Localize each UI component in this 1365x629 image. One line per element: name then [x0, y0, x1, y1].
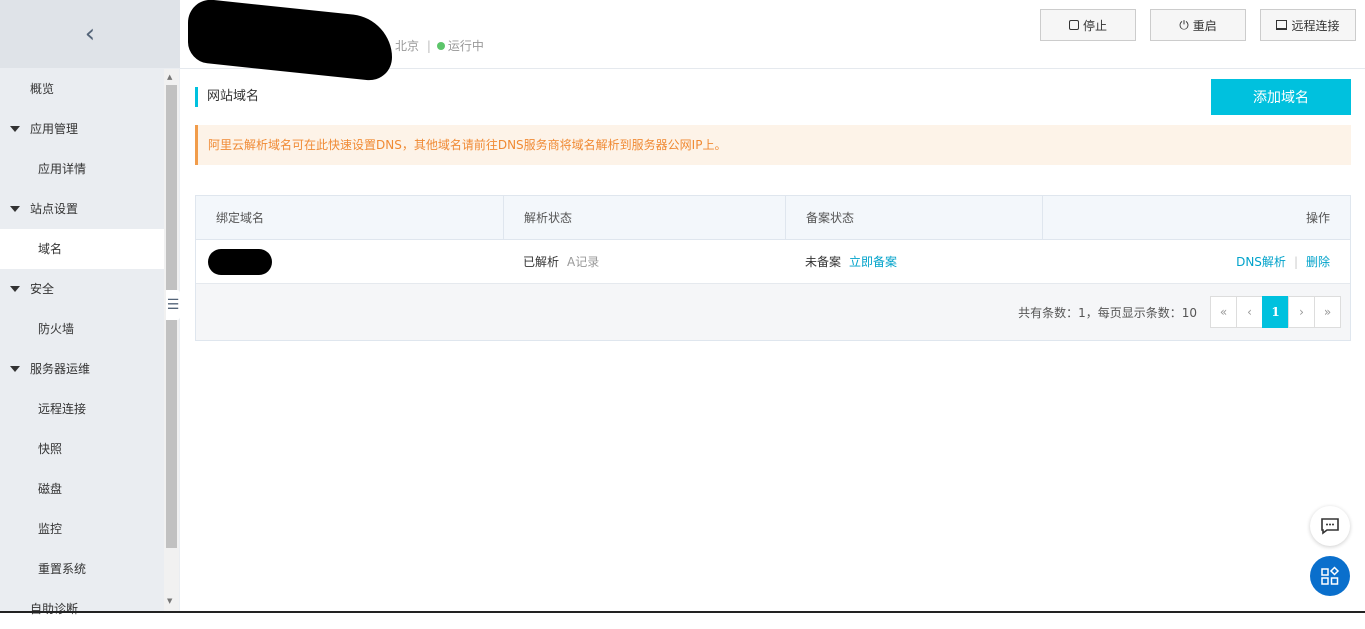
col-dns-status: 解析状态 [503, 196, 785, 239]
status-badge: 运行中 [448, 39, 484, 53]
sidebar-item-label: 服务器运维 [30, 362, 90, 376]
sidebar-item-overview[interactable]: 概览 [0, 69, 164, 109]
sidebar-item-label: 磁盘 [38, 482, 62, 496]
divider: | [1294, 255, 1298, 269]
remote-connect-button[interactable]: 远程连接 [1260, 9, 1356, 41]
chat-icon [1320, 517, 1340, 535]
first-page-button[interactable]: « [1210, 296, 1237, 328]
separator: | [427, 39, 431, 53]
sidebar-item-monitor[interactable]: 监控 [0, 509, 164, 549]
button-label: 重启 [1193, 17, 1217, 34]
delete-link[interactable]: 删除 [1306, 253, 1330, 270]
sidebar-item-label: 远程连接 [38, 402, 86, 416]
prev-page-button[interactable]: ‹ [1236, 296, 1263, 328]
apps-button[interactable] [1310, 556, 1350, 596]
region-label: 北京 [395, 39, 419, 53]
table-footer: 共有条数：1，每页显示条数：10 « ‹ 1 › » [196, 284, 1350, 340]
sidebar-item-label: 应用详情 [38, 162, 86, 176]
caret-down-icon [10, 366, 20, 372]
sidebar-item-label: 应用管理 [30, 122, 78, 136]
sidebar-item-app-details[interactable]: 应用详情 [0, 149, 164, 189]
page-title: 网站域名 [195, 87, 259, 107]
dns-status: 已解析 [523, 253, 559, 270]
back-button[interactable]: ‹ [0, 0, 180, 68]
dns-resolve-link[interactable]: DNS解析 [1236, 253, 1286, 270]
power-icon: ⏻ [1179, 18, 1189, 33]
pagination: « ‹ 1 › » [1211, 296, 1341, 328]
sidebar-item-label: 监控 [38, 522, 62, 536]
col-icp-status: 备案状态 [785, 196, 1042, 239]
col-domain: 绑定域名 [196, 196, 503, 239]
instance-meta: 北京 | 运行中 [395, 37, 484, 54]
button-label: 远程连接 [1291, 17, 1339, 34]
sidebar-collapse-toggle[interactable]: ☰ [166, 290, 180, 320]
sidebar-item-label: 重置系统 [38, 562, 86, 576]
scroll-down-icon[interactable]: ▼ [167, 597, 172, 605]
sidebar-group-app-management[interactable]: 应用管理 [0, 109, 164, 149]
caret-down-icon [10, 206, 20, 212]
sidebar-item-label: 安全 [30, 282, 54, 296]
sidebar-item-reset[interactable]: 重置系统 [0, 549, 164, 589]
chat-button[interactable] [1310, 506, 1350, 546]
restart-button[interactable]: ⏻ 重启 [1150, 9, 1246, 41]
sidebar-item-label: 防火墙 [38, 322, 74, 336]
col-actions: 操作 [1042, 196, 1350, 239]
sidebar-item-disk[interactable]: 磁盘 [0, 469, 164, 509]
sidebar-item-firewall[interactable]: 防火墙 [0, 309, 164, 349]
sidebar-nav: 概览 应用管理 应用详情 站点设置 域名 安全 防火墙 服务器运维 远程连接 快… [0, 69, 164, 629]
sidebar-item-snapshot[interactable]: 快照 [0, 429, 164, 469]
page-1-button[interactable]: 1 [1262, 296, 1289, 328]
monitor-icon [1276, 20, 1287, 30]
stop-icon [1069, 20, 1079, 30]
scroll-up-icon[interactable]: ▲ [167, 73, 172, 81]
pagination-summary: 共有条数：1，每页显示条数：10 [1018, 304, 1197, 321]
status-dot-icon [437, 42, 445, 50]
sidebar-item-label: 站点设置 [30, 202, 78, 216]
sidebar-item-domain[interactable]: 域名 [0, 229, 164, 269]
button-label: 停止 [1083, 17, 1107, 34]
dns-record-type: A记录 [567, 253, 599, 270]
sidebar-item-label: 域名 [38, 242, 62, 256]
sidebar-group-security[interactable]: 安全 [0, 269, 164, 309]
sidebar-item-remote[interactable]: 远程连接 [0, 389, 164, 429]
sidebar: ‹ 概览 应用管理 应用详情 站点设置 域名 安全 防火墙 服务器运维 远程连接… [0, 0, 180, 613]
sidebar-item-diagnosis[interactable]: 自助诊断 [0, 589, 164, 629]
sidebar-item-label: 自助诊断 [30, 602, 78, 616]
sidebar-item-label: 概览 [30, 82, 54, 96]
sidebar-scrollbar[interactable]: ▲ ▼ [164, 69, 179, 613]
domain-table: 绑定域名 解析状态 备案状态 操作 已解析 A记录 未备案立即备案 DNS解析 | 删… [195, 195, 1351, 341]
table-header: 绑定域名 解析状态 备案状态 操作 [196, 196, 1350, 240]
next-page-button[interactable]: › [1288, 296, 1315, 328]
chevron-left-icon: ‹ [85, 19, 95, 49]
redacted-domain [208, 249, 272, 275]
sidebar-item-label: 快照 [38, 442, 62, 456]
stop-button[interactable]: 停止 [1040, 9, 1136, 41]
icp-status: 未备案 [805, 253, 841, 270]
table-row: 已解析 A记录 未备案立即备案 DNS解析 | 删除 [196, 240, 1350, 284]
menu-collapse-icon: ☰ [167, 297, 180, 313]
sidebar-group-site-settings[interactable]: 站点设置 [0, 189, 164, 229]
sidebar-group-server-ops[interactable]: 服务器运维 [0, 349, 164, 389]
info-alert: 阿里云解析域名可在此快速设置DNS，其他域名请前往DNS服务商将域名解析到服务器… [195, 125, 1351, 165]
caret-down-icon [10, 286, 20, 292]
caret-down-icon [10, 126, 20, 132]
apps-icon [1320, 566, 1340, 586]
icp-register-link[interactable]: 立即备案 [849, 253, 897, 270]
add-domain-button[interactable]: 添加域名 [1211, 79, 1351, 115]
last-page-button[interactable]: » [1314, 296, 1341, 328]
